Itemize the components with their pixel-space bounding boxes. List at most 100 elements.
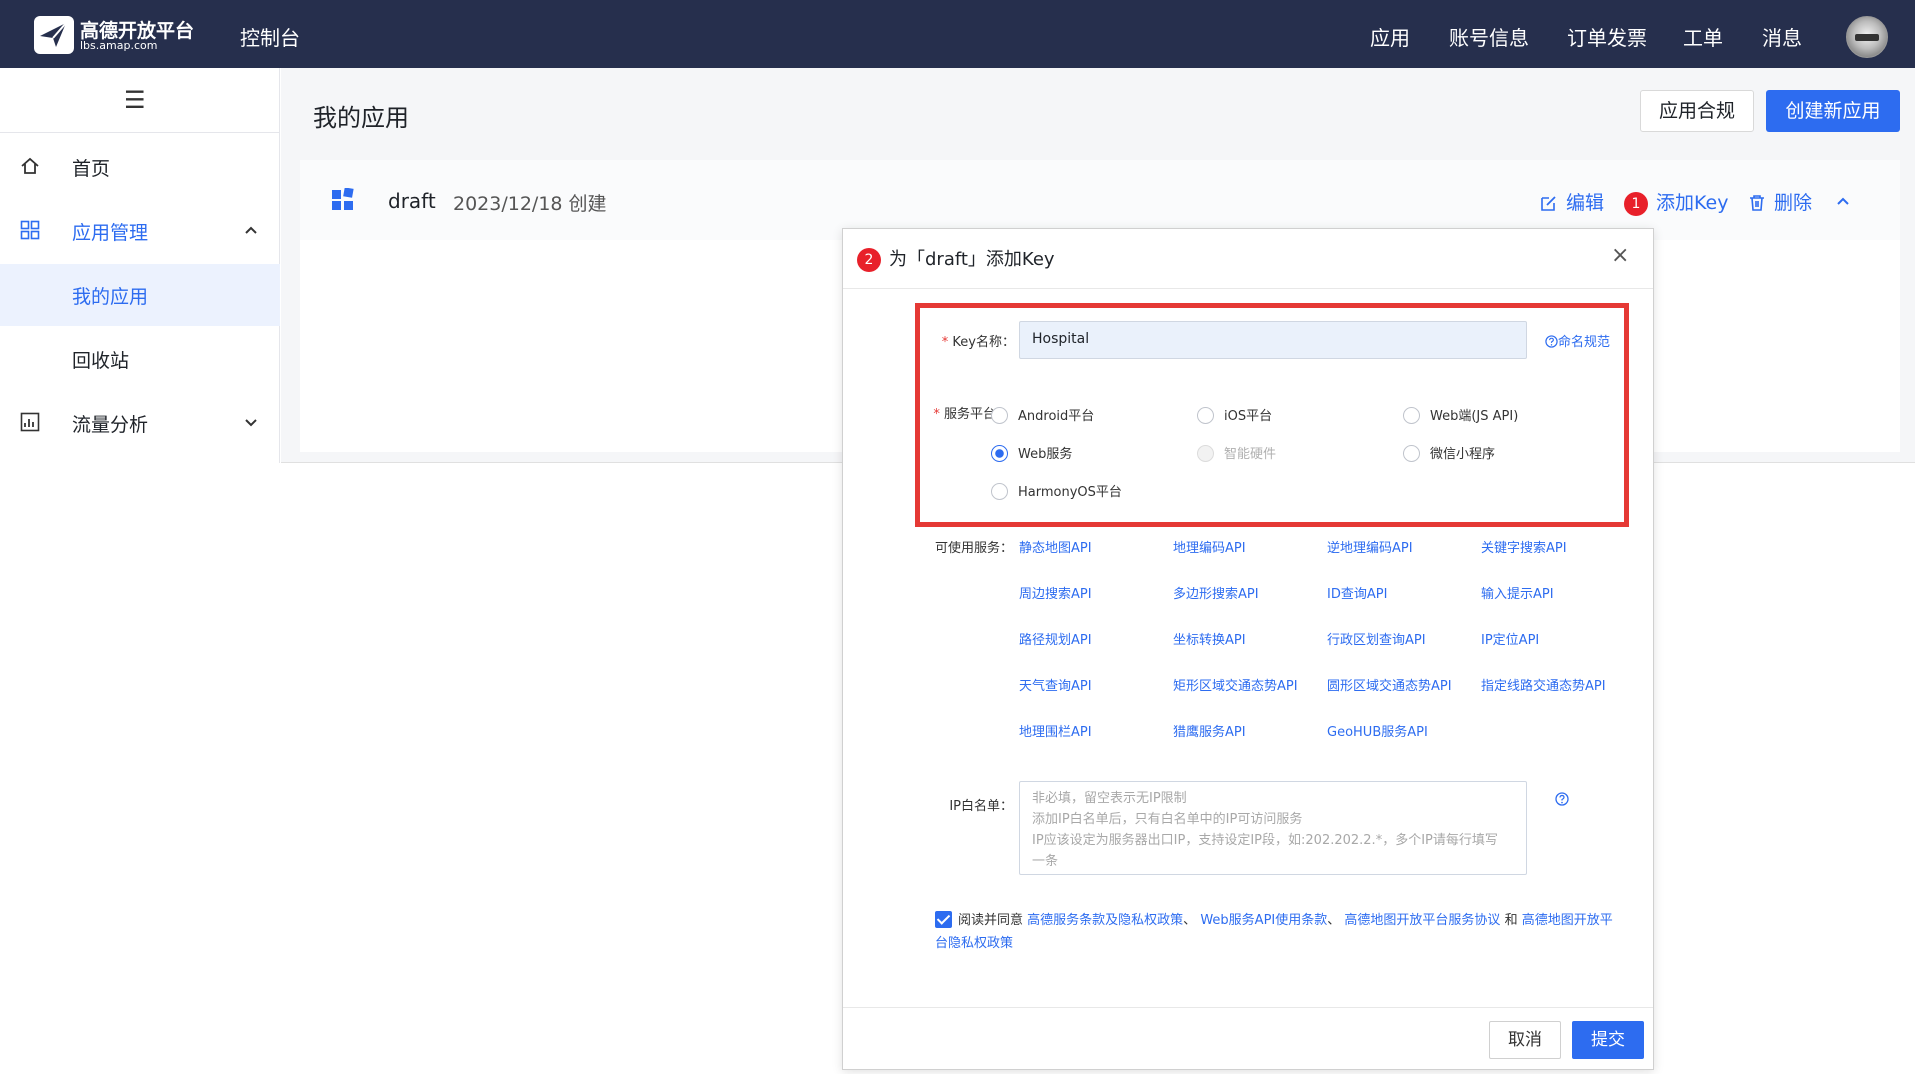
terms-link[interactable]: 高德服务条款及隐私权政策 (1027, 913, 1183, 928)
naming-rules-text: 命名规范 (1558, 335, 1611, 350)
collapse-chevron-up-icon[interactable] (1836, 188, 1858, 210)
amap-logo-icon[interactable] (34, 16, 74, 54)
agree-checkbox[interactable] (935, 911, 952, 928)
app-icon (332, 187, 354, 214)
radio-circle (1197, 445, 1214, 462)
create-app-button[interactable]: 创建新应用 (1766, 90, 1900, 132)
key-name-label: * Key名称： (923, 331, 1015, 350)
service-link[interactable]: IP定位API (1481, 629, 1539, 648)
service-link[interactable]: 圆形区域交通态势API (1327, 675, 1452, 694)
nav-messages[interactable]: 消息 (1762, 22, 1802, 51)
key-name-label-text: Key名称： (952, 335, 1015, 350)
top-bar: 高德开放平台 lbs.amap.com 控制台 应用 账号信息 订单发票 工单 … (0, 0, 1915, 68)
service-link[interactable]: 天气查询API (1019, 675, 1092, 694)
ip-whitelist-label: IP白名单： (949, 799, 1013, 814)
delete-button[interactable]: 删除 (1748, 188, 1812, 215)
service-link[interactable]: 静态地图API (1019, 537, 1092, 556)
ip-whitelist-textarea[interactable]: 非必填，留空表示无IP限制 添加IP白名单后，只有白名单中的IP可访问服务 IP… (1019, 781, 1527, 875)
service-link[interactable]: 坐标转换API (1173, 629, 1246, 648)
radio-ios[interactable]: iOS平台 (1197, 405, 1272, 424)
web-api-terms-link[interactable]: Web服务API使用条款 (1200, 913, 1327, 928)
add-key-button[interactable]: 1 添加Key (1624, 188, 1728, 216)
nav-tickets[interactable]: 工单 (1683, 22, 1723, 51)
help-icon[interactable] (1555, 791, 1569, 810)
radio-circle (1403, 407, 1420, 424)
grid-icon (20, 220, 40, 245)
service-link[interactable]: ID查询API (1327, 583, 1387, 602)
app-name: draft (388, 189, 436, 213)
step-badge-2: 2 (857, 248, 881, 272)
sidebar-divider (0, 132, 280, 133)
radio-circle (1197, 407, 1214, 424)
sidebar-item-home[interactable]: 首页 (0, 136, 280, 198)
service-agreement-link[interactable]: 高德地图开放平台服务协议 (1344, 913, 1500, 928)
sidebar-item-traffic-analysis[interactable]: 流量分析 (0, 392, 280, 454)
submit-button[interactable]: 提交 (1572, 1021, 1644, 1059)
required-mark: * (941, 335, 953, 350)
logo-subtitle: lbs.amap.com (80, 39, 158, 52)
dialog-title-text: 为「draft」添加Key (889, 249, 1055, 270)
chevron-down-icon (244, 412, 258, 434)
separator: 、 (1327, 913, 1341, 928)
service-link[interactable]: 猎鹰服务API (1173, 721, 1246, 740)
placeholder-line: 添加IP白名单后，只有白名单中的IP可访问服务 (1032, 812, 1303, 827)
app-compliance-button[interactable]: 应用合规 (1640, 90, 1754, 132)
dialog-title: 2 为「draft」添加Key (857, 245, 1055, 272)
placeholder-line: 非必填，留空表示无IP限制 (1032, 791, 1187, 806)
radio-label: HarmonyOS平台 (1018, 485, 1122, 500)
agreement: 阅读并同意 高德服务条款及隐私权政策、 Web服务API使用条款、 高德地图开放… (935, 909, 1615, 955)
sidebar-item-recycle-bin[interactable]: 回收站 (0, 328, 280, 390)
edit-button[interactable]: 编辑 (1540, 188, 1604, 215)
service-link[interactable]: 多边形搜索API (1173, 583, 1259, 602)
service-link[interactable]: 周边搜索API (1019, 583, 1092, 602)
close-icon[interactable]: × (1611, 243, 1629, 268)
radio-label: 微信小程序 (1430, 447, 1496, 462)
service-link[interactable]: 输入提示API (1481, 583, 1554, 602)
sidebar-item-label: 首页 (72, 158, 111, 180)
service-link[interactable]: GeoHUB服务API (1327, 721, 1428, 740)
help-icon (1545, 335, 1558, 348)
radio-label: 智能硬件 (1224, 447, 1277, 462)
add-key-dialog: 2 为「draft」添加Key × * Key名称： Hospital 命名规范 … (842, 228, 1654, 1070)
required-mark: * (933, 407, 944, 422)
dialog-footer-divider (843, 1007, 1653, 1008)
sidebar-item-my-apps[interactable]: 我的应用 (0, 264, 280, 326)
radio-smart-hardware: 智能硬件 (1197, 443, 1276, 462)
nav-apps[interactable]: 应用 (1370, 22, 1410, 51)
edit-label: 编辑 (1566, 192, 1605, 214)
service-link[interactable]: 行政区划查询API (1327, 629, 1426, 648)
radio-circle (1403, 445, 1420, 462)
service-link[interactable]: 路径规划API (1019, 629, 1092, 648)
sidebar-item-app-management[interactable]: 应用管理 (0, 200, 280, 262)
add-key-label: 添加Key (1656, 192, 1729, 214)
service-link[interactable]: 逆地理编码API (1327, 537, 1413, 556)
radio-wechat-miniprogram[interactable]: 微信小程序 (1403, 443, 1495, 462)
console-title[interactable]: 控制台 (240, 22, 300, 51)
radio-harmonyos[interactable]: HarmonyOS平台 (991, 481, 1122, 500)
dialog-header: 2 为「draft」添加Key × (843, 229, 1653, 289)
services-label: 可使用服务： (934, 541, 1013, 556)
key-name-input[interactable]: Hospital (1019, 321, 1527, 359)
sidebar: ☰ 首页 应用管理 我的应用 回收站 流量分析 (0, 68, 280, 463)
service-link[interactable]: 地理围栏API (1019, 721, 1092, 740)
radio-android[interactable]: Android平台 (991, 405, 1094, 424)
menu-icon[interactable]: ☰ (124, 86, 146, 114)
radio-web-service[interactable]: Web服务 (991, 443, 1072, 462)
naming-rules-link[interactable]: 命名规范 (1545, 331, 1610, 350)
user-avatar[interactable] (1846, 16, 1888, 58)
delete-label: 删除 (1774, 192, 1813, 214)
nav-invoices[interactable]: 订单发票 (1567, 22, 1647, 51)
radio-web-js-api[interactable]: Web端(JS API) (1403, 405, 1518, 424)
cancel-button[interactable]: 取消 (1489, 1021, 1561, 1059)
service-link[interactable]: 指定线路交通态势API (1481, 675, 1606, 694)
service-link[interactable]: 关键字搜索API (1481, 537, 1567, 556)
radio-label: Web端(JS API) (1430, 409, 1519, 424)
trash-icon (1750, 195, 1764, 211)
nav-account[interactable]: 账号信息 (1449, 22, 1529, 51)
app-created-date: 2023/12/18 创建 (453, 193, 607, 215)
service-link[interactable]: 地理编码API (1173, 537, 1246, 556)
radio-circle-selected (991, 445, 1008, 462)
sidebar-item-label: 我的应用 (72, 286, 149, 308)
placeholder-line: IP应该设定为服务器出口IP，支持设定IP段，如:202.202.2.*，多个I… (1032, 833, 1498, 848)
service-link[interactable]: 矩形区域交通态势API (1173, 675, 1298, 694)
